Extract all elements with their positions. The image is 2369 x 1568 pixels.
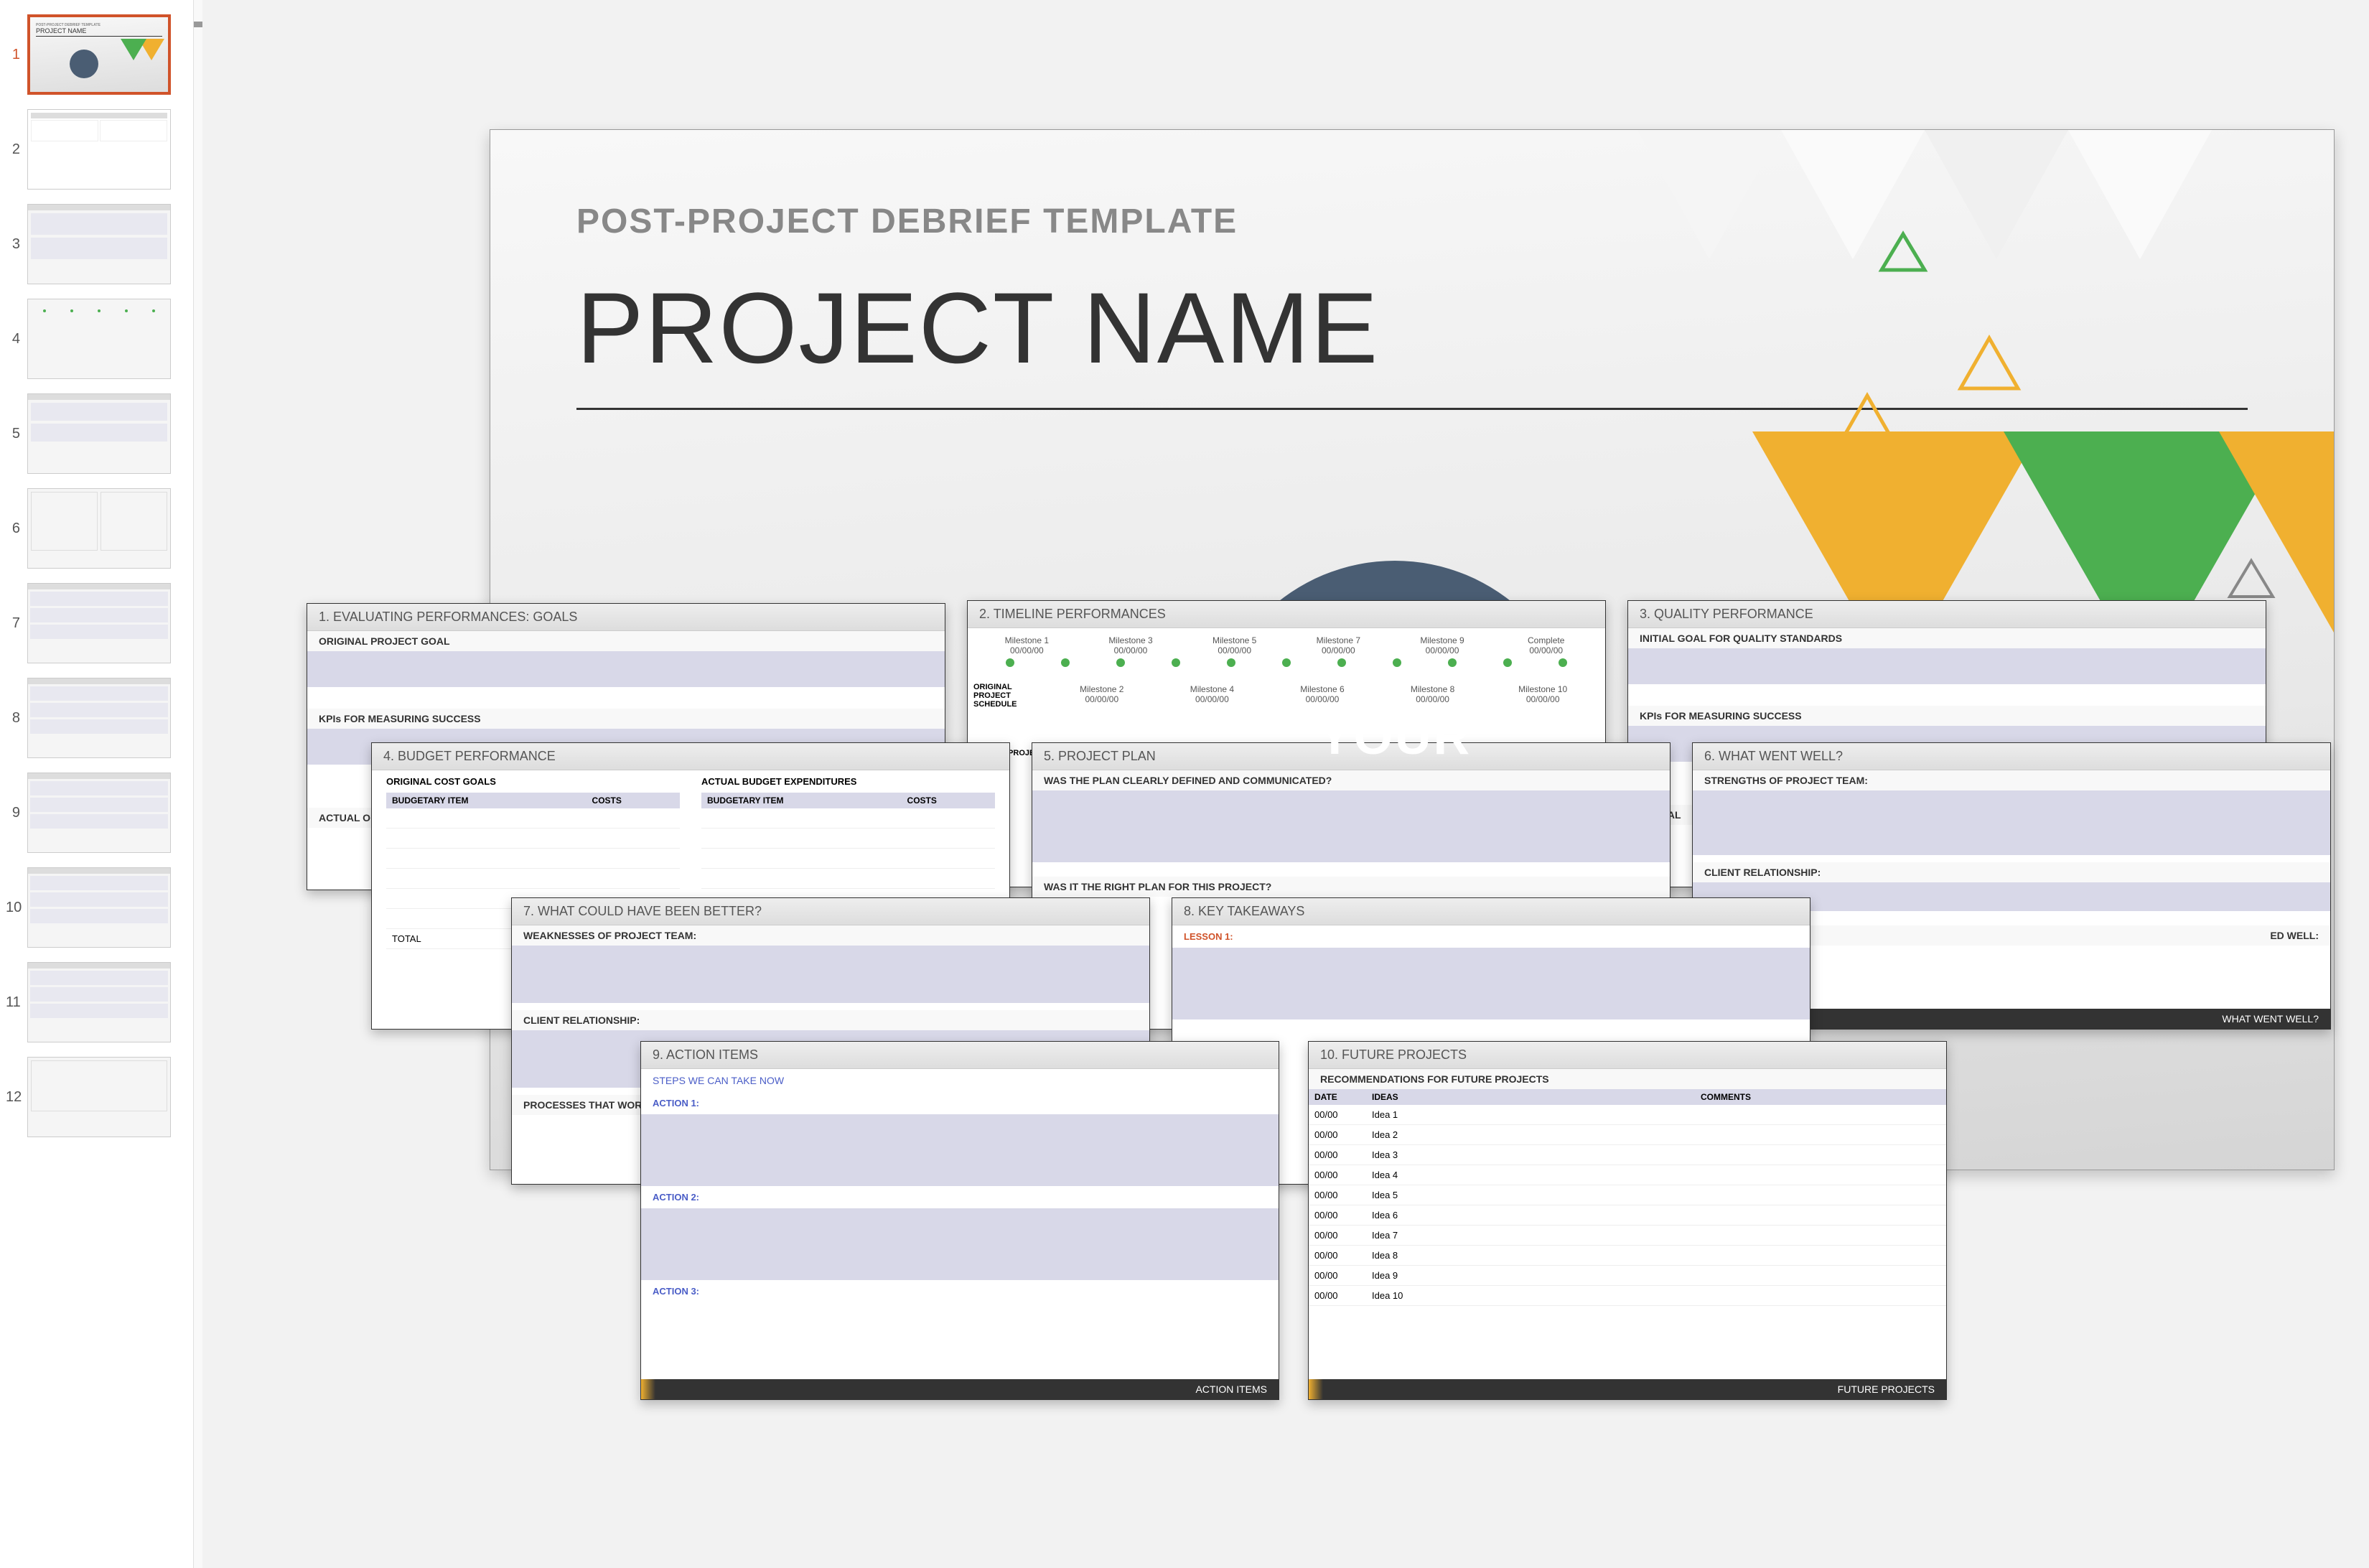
card-future-projects[interactable]: 10. FUTURE PROJECTS RECOMMENDATIONS FOR … <box>1308 1041 1947 1400</box>
timeline-top-labels: Milestone 100/00/00 Milestone 300/00/00 … <box>968 628 1605 663</box>
card-header: 2. TIMELINE PERFORMANCES <box>968 601 1605 628</box>
badge-text: YOUR <box>1318 708 1472 765</box>
sidebar-scrollbar[interactable] <box>194 0 202 1568</box>
future-projects-table: DATEIDEASCOMMENTS 00/00Idea 1 00/00Idea … <box>1309 1089 1946 1306</box>
slide-thumbnails-panel: 1 POST-PROJECT DEBRIEF TEMPLATE PROJECT … <box>0 0 194 1568</box>
thumb-row-1: 1 POST-PROJECT DEBRIEF TEMPLATE PROJECT … <box>6 14 187 95</box>
editor-canvas[interactable]: POST-PROJECT DEBRIEF TEMPLATE PROJECT NA… <box>202 0 2369 1568</box>
slide-thumbnail-4[interactable] <box>27 299 171 379</box>
card-action-items[interactable]: 9. ACTION ITEMS STEPS WE CAN TAKE NOW AC… <box>640 1041 1279 1400</box>
slide-thumbnail-6[interactable] <box>27 488 171 569</box>
card-header: 1. EVALUATING PERFORMANCES: GOALS <box>307 604 945 631</box>
slide-thumbnail-7[interactable] <box>27 583 171 663</box>
slide-thumbnail-2[interactable] <box>27 109 171 190</box>
slide-thumbnail-11[interactable] <box>27 962 171 1042</box>
slide-thumbnail-8[interactable] <box>27 678 171 758</box>
slide-thumbnail-1[interactable]: POST-PROJECT DEBRIEF TEMPLATE PROJECT NA… <box>27 14 171 95</box>
thumb-number: 2 <box>6 141 27 158</box>
slide-thumbnail-12[interactable] <box>27 1057 171 1137</box>
slide-thumbnail-5[interactable] <box>27 393 171 474</box>
slide-thumbnail-10[interactable] <box>27 867 171 948</box>
thumb-number: 1 <box>6 47 27 63</box>
thumb-row-2: 2 <box>6 109 187 190</box>
slide-thumbnail-3[interactable] <box>27 204 171 284</box>
app-container: 1 POST-PROJECT DEBRIEF TEMPLATE PROJECT … <box>0 0 2369 1568</box>
slide-thumbnail-9[interactable] <box>27 773 171 853</box>
